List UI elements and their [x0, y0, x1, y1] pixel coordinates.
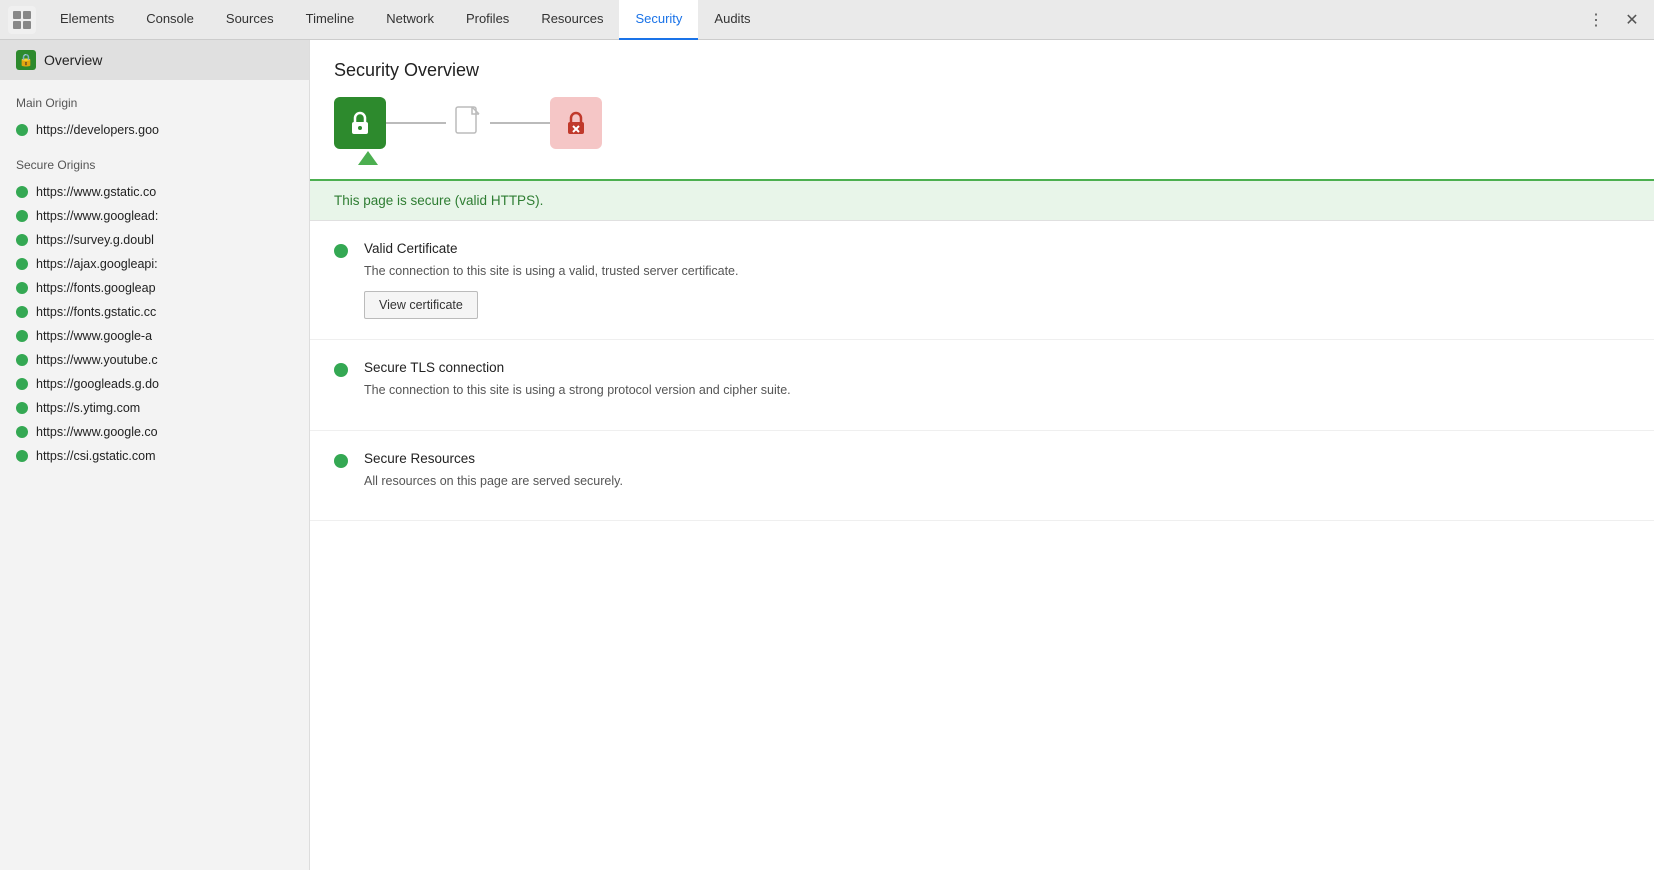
tab-network[interactable]: Network: [370, 0, 450, 40]
tab-bar: Elements Console Sources Timeline Networ…: [0, 0, 1654, 40]
diagram-row: [334, 97, 1630, 149]
certificate-content: Valid Certificate The connection to this…: [364, 241, 738, 319]
sidebar-lock-icon: 🔒: [16, 50, 36, 70]
secure-banner: This page is secure (valid HTTPS).: [310, 179, 1654, 220]
sidebar-dot-4: [16, 258, 28, 270]
sidebar-item-text-1: https://www.gstatic.co: [36, 185, 156, 199]
sidebar-item-fonts-googleap[interactable]: https://fonts.googleap: [0, 276, 309, 300]
tls-description: The connection to this site is using a s…: [364, 381, 791, 400]
sidebar-item-googleads[interactable]: https://www.googlead:: [0, 204, 309, 228]
sidebar-dot-1: [16, 186, 28, 198]
resources-title: Secure Resources: [364, 451, 623, 466]
more-button[interactable]: ⋮: [1582, 6, 1610, 34]
sidebar-overview-label: Overview: [44, 52, 102, 68]
tls-item: Secure TLS connection The connection to …: [310, 340, 1654, 431]
security-diagram: [310, 97, 1654, 179]
tls-content: Secure TLS connection The connection to …: [364, 360, 791, 410]
certificate-title: Valid Certificate: [364, 241, 738, 256]
sidebar-dot-8: [16, 354, 28, 366]
sidebar-item-text-5: https://fonts.googleap: [36, 281, 156, 295]
tab-profiles[interactable]: Profiles: [450, 0, 525, 40]
sidebar-item-survey[interactable]: https://survey.g.doubl: [0, 228, 309, 252]
certificate-description: The connection to this site is using a v…: [364, 262, 738, 281]
arrow-indicator: [358, 151, 378, 165]
tab-actions: ⋮ ✕: [1582, 6, 1646, 34]
diagram-error-icon: [550, 97, 602, 149]
sidebar-item-text-9: https://googleads.g.do: [36, 377, 159, 391]
sidebar-dot-11: [16, 426, 28, 438]
diagram-line-1: [386, 122, 446, 124]
sidebar-item-text-6: https://fonts.gstatic.cc: [36, 305, 156, 319]
tab-audits[interactable]: Audits: [698, 0, 766, 40]
sidebar-dot-5: [16, 282, 28, 294]
sidebar-item-main-origin[interactable]: https://developers.goo: [0, 118, 309, 142]
resources-dot: [334, 454, 348, 468]
sidebar-secure-origins-title: Secure Origins: [0, 142, 309, 180]
sidebar-item-fonts-gstatic[interactable]: https://fonts.gstatic.cc: [0, 300, 309, 324]
resources-content: Secure Resources All resources on this p…: [364, 451, 623, 501]
diagram-document-icon: [446, 97, 490, 149]
view-certificate-button[interactable]: View certificate: [364, 291, 478, 319]
sidebar-item-ajax[interactable]: https://ajax.googleapi:: [0, 252, 309, 276]
sidebar-dot-12: [16, 450, 28, 462]
sidebar-dot-7: [16, 330, 28, 342]
certificate-dot: [334, 244, 348, 258]
sidebar-main-origin-title: Main Origin: [0, 80, 309, 118]
content-panel: Security Overview: [310, 40, 1654, 870]
certificate-item: Valid Certificate The connection to this…: [310, 221, 1654, 340]
sidebar-item-text-3: https://survey.g.doubl: [36, 233, 154, 247]
sidebar-item-text-4: https://ajax.googleapi:: [36, 257, 158, 271]
sidebar-item-text-10: https://s.ytimg.com: [36, 401, 140, 415]
sidebar-dot-main: [16, 124, 28, 136]
diagram-lock-icon: [334, 97, 386, 149]
tab-sources[interactable]: Sources: [210, 0, 290, 40]
resources-item: Secure Resources All resources on this p…: [310, 431, 1654, 522]
tab-security[interactable]: Security: [619, 0, 698, 40]
sidebar-item-text-main: https://developers.goo: [36, 123, 159, 137]
sidebar-item-gstatic[interactable]: https://www.gstatic.co: [0, 180, 309, 204]
sidebar-item-text-11: https://www.google.co: [36, 425, 158, 439]
sidebar-item-google-a[interactable]: https://www.google-a: [0, 324, 309, 348]
sidebar-overview[interactable]: 🔒 Overview: [0, 40, 309, 80]
sidebar-dot-6: [16, 306, 28, 318]
sidebar-dot-10: [16, 402, 28, 414]
page-title: Security Overview: [310, 40, 1654, 97]
sidebar-item-googleads2[interactable]: https://googleads.g.do: [0, 372, 309, 396]
tab-elements[interactable]: Elements: [44, 0, 130, 40]
tab-resources[interactable]: Resources: [525, 0, 619, 40]
diagram-line-2: [490, 122, 550, 124]
sidebar: 🔒 Overview Main Origin https://developer…: [0, 40, 310, 870]
sidebar-dot-3: [16, 234, 28, 246]
tls-dot: [334, 363, 348, 377]
sidebar-item-text-8: https://www.youtube.c: [36, 353, 158, 367]
sidebar-item-ytimg[interactable]: https://s.ytimg.com: [0, 396, 309, 420]
sidebar-item-text-2: https://www.googlead:: [36, 209, 158, 223]
sidebar-item-csi[interactable]: https://csi.gstatic.com: [0, 444, 309, 468]
devtools-logo: [8, 6, 36, 34]
tab-console[interactable]: Console: [130, 0, 210, 40]
secure-message: This page is secure (valid HTTPS).: [334, 193, 543, 208]
sidebar-item-youtube[interactable]: https://www.youtube.c: [0, 348, 309, 372]
close-button[interactable]: ✕: [1618, 6, 1646, 34]
resources-description: All resources on this page are served se…: [364, 472, 623, 491]
sidebar-item-text-12: https://csi.gstatic.com: [36, 449, 155, 463]
main-layout: 🔒 Overview Main Origin https://developer…: [0, 40, 1654, 870]
tab-timeline[interactable]: Timeline: [290, 0, 371, 40]
sidebar-item-text-7: https://www.google-a: [36, 329, 152, 343]
sidebar-dot-2: [16, 210, 28, 222]
sidebar-dot-9: [16, 378, 28, 390]
sidebar-item-google-co[interactable]: https://www.google.co: [0, 420, 309, 444]
tls-title: Secure TLS connection: [364, 360, 791, 375]
